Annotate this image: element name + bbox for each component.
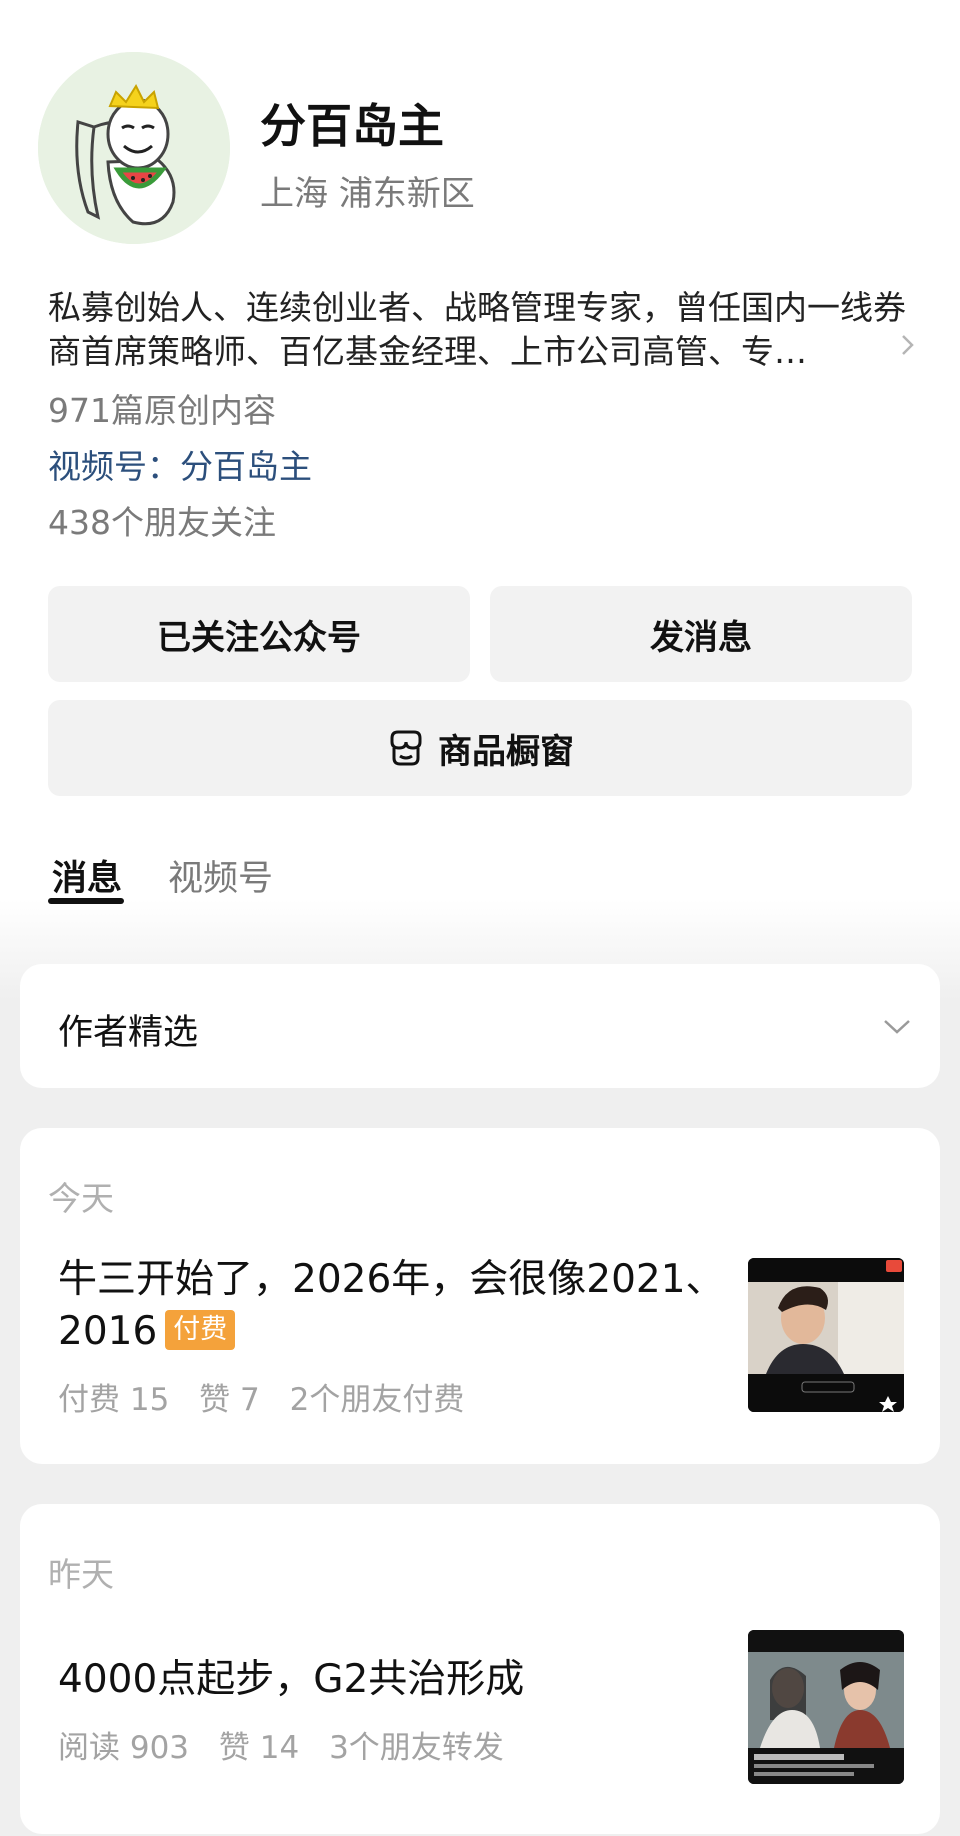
friends-paid-count: 2个朋友付费 (289, 1382, 465, 1418)
friends-shared-count: 3个朋友转发 (329, 1730, 504, 1766)
avatar[interactable] (38, 52, 230, 244)
original-articles-count: 971篇原创内容 (48, 391, 276, 430)
author-picks-card[interactable]: 作者精选 (20, 964, 940, 1088)
avatar-illustration (38, 52, 230, 244)
paid-count: 付费 15 (58, 1382, 170, 1418)
chevron-down-icon[interactable] (882, 1012, 912, 1042)
article-thumbnail[interactable] (748, 1258, 904, 1412)
active-tab-indicator (48, 898, 124, 904)
article-card[interactable]: 昨天 4000点起步，G2共治形成 阅读 903 赞 14 3个朋友转发 (20, 1504, 940, 1834)
product-showcase-label: 商品橱窗 (438, 731, 574, 772)
article-title-text: 牛三开始了，2026年，会很像2021、2016 (58, 1257, 725, 1354)
date-group-label: 昨天 (48, 1555, 114, 1594)
send-message-button[interactable]: 发消息 (490, 586, 912, 682)
article-title[interactable]: 4000点起步，G2共治形成 (58, 1654, 758, 1706)
like-count: 赞 14 (218, 1730, 300, 1766)
followed-account-label: 已关注公众号 (157, 617, 361, 658)
account-location: 上海 浦东新区 (260, 174, 475, 214)
article-meta: 付费 15 赞 7 2个朋友付费 (58, 1374, 484, 1419)
article-card[interactable]: 今天 牛三开始了，2026年，会很像2021、2016 付费 付费 15 赞 7 … (20, 1128, 940, 1464)
followed-account-button[interactable]: 已关注公众号 (48, 586, 470, 682)
chevron-right-icon[interactable] (896, 334, 918, 356)
date-group-label: 今天 (48, 1179, 114, 1218)
read-count: 阅读 903 (58, 1730, 190, 1766)
account-name: 分百岛主 (260, 99, 444, 153)
product-showcase-button[interactable]: 商品橱窗 (48, 700, 912, 796)
account-bio[interactable]: 私募创始人、连续创业者、战略管理专家，曾任国内一线券商首席策略师、百亿基金经理、… (48, 286, 908, 374)
send-message-label: 发消息 (650, 617, 752, 658)
video-still-image (748, 1630, 904, 1784)
article-title-text: 4000点起步，G2共治形成 (58, 1657, 525, 1702)
video-channel-link[interactable]: 视频号：分百岛主 (48, 440, 312, 488)
like-count: 赞 7 (199, 1382, 260, 1418)
video-still-image (748, 1258, 904, 1412)
author-picks-label: 作者精选 (58, 1013, 199, 1053)
tab-video-channel[interactable]: 视频号 (168, 850, 273, 901)
tab-messages[interactable]: 消息 (52, 850, 122, 901)
article-thumbnail[interactable] (748, 1630, 904, 1784)
article-meta: 阅读 903 赞 14 3个朋友转发 (58, 1722, 524, 1767)
friends-following-count[interactable]: 438个朋友关注 (48, 496, 276, 544)
storefront-icon (390, 730, 422, 766)
paid-badge: 付费 (165, 1310, 236, 1350)
profile-header: 分百岛主 上海 浦东新区 私募创始人、连续创业者、战略管理专家，曾任国内一线券商… (0, 0, 960, 904)
article-title[interactable]: 牛三开始了，2026年，会很像2021、2016 付费 (58, 1254, 758, 1358)
